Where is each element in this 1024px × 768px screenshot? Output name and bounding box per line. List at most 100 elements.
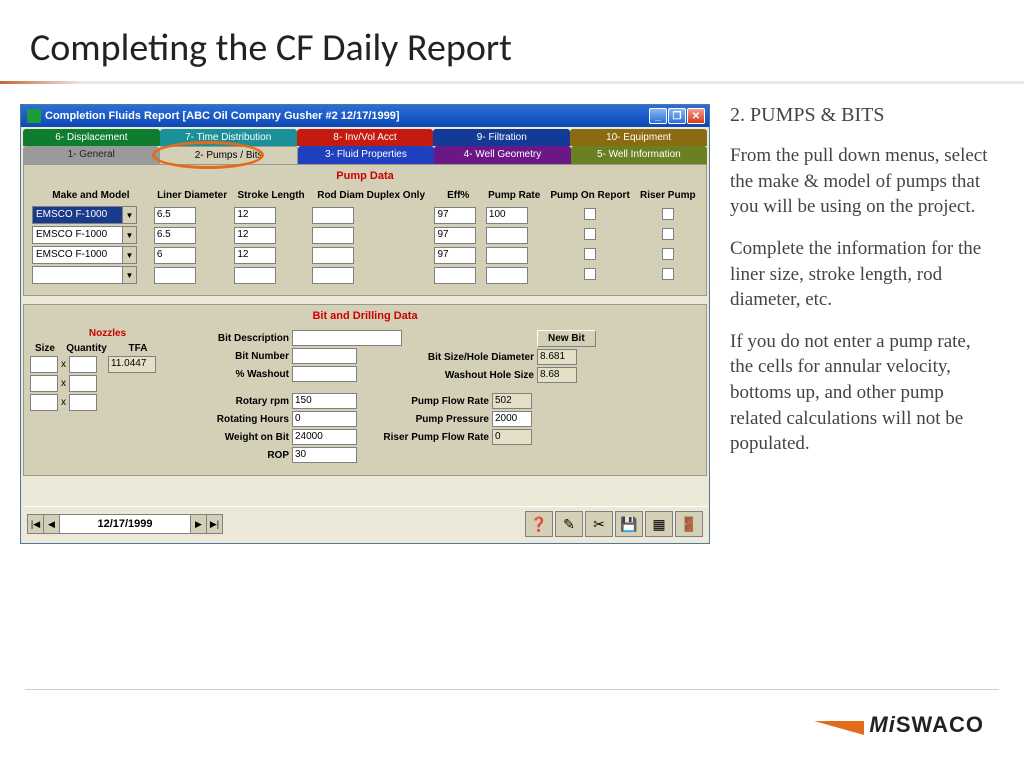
- rate-input[interactable]: 100: [486, 207, 528, 224]
- onreport-checkbox[interactable]: [584, 208, 596, 220]
- eff-input[interactable]: 97: [434, 247, 476, 264]
- riser-checkbox[interactable]: [662, 228, 674, 240]
- eff-input[interactable]: 97: [434, 207, 476, 224]
- tabs-row-top: 6- Displacement 7- Time Distribution 8- …: [23, 129, 707, 146]
- hole-diam-value: 8.681: [537, 349, 577, 365]
- riser-checkbox[interactable]: [662, 268, 674, 280]
- rate-input[interactable]: [486, 247, 528, 264]
- liner-input[interactable]: 6: [154, 247, 196, 264]
- tab-well-geometry[interactable]: 4- Well Geometry: [434, 146, 570, 164]
- nozzle-qty-input[interactable]: [69, 394, 97, 411]
- liner-input[interactable]: 6.5: [154, 207, 196, 224]
- current-date: 12/17/1999: [60, 518, 190, 530]
- tab-displacement[interactable]: 6- Displacement: [23, 129, 160, 146]
- tab-inv-vol[interactable]: 8- Inv/Vol Acct: [297, 129, 434, 146]
- eff-input[interactable]: 97: [434, 227, 476, 244]
- rod-input[interactable]: [312, 227, 354, 244]
- x-label: x: [61, 359, 66, 370]
- titlebar-text: Completion Fluids Report [ABC Oil Compan…: [45, 110, 649, 122]
- delete-icon[interactable]: ✂: [585, 511, 613, 537]
- footer-bar: |◀ ◀ 12/17/1999 ▶ ▶| ❓ ✎ ✂ 💾 ▦ 🚪: [23, 506, 707, 541]
- make-dropdown[interactable]: EMSCO F-1000▼: [32, 226, 137, 244]
- table-row: EMSCO F-1000▼ 6.5 12 97 100: [30, 205, 700, 225]
- make-dropdown[interactable]: EMSCO F-1000▼: [32, 246, 137, 264]
- logo-mi: Mi: [869, 712, 895, 737]
- help-icon[interactable]: ❓: [525, 511, 553, 537]
- date-navigator: |◀ ◀ 12/17/1999 ▶ ▶|: [27, 514, 223, 534]
- logo-swaco: SWACO: [896, 712, 984, 737]
- onreport-checkbox[interactable]: [584, 268, 596, 280]
- wob-input[interactable]: 24000: [292, 429, 357, 445]
- table-row: ▼: [30, 265, 700, 285]
- riser-checkbox[interactable]: [662, 208, 674, 220]
- pressure-input[interactable]: 2000: [492, 411, 532, 427]
- rate-input[interactable]: [486, 267, 528, 284]
- pump-table: Make and Model Liner Diameter Stroke Len…: [30, 188, 700, 285]
- tab-filtration[interactable]: 9- Filtration: [433, 129, 570, 146]
- minimize-button[interactable]: _: [649, 108, 667, 124]
- rate-input[interactable]: [486, 227, 528, 244]
- tab-pumps-bits[interactable]: 2- Pumps / Bits: [159, 146, 297, 164]
- onreport-checkbox[interactable]: [584, 228, 596, 240]
- nozzle-qty-header: Quantity: [64, 343, 109, 354]
- save-icon[interactable]: 💾: [615, 511, 643, 537]
- exit-icon[interactable]: 🚪: [675, 511, 703, 537]
- nozzle-size-input[interactable]: [30, 375, 58, 392]
- chevron-down-icon: ▼: [122, 227, 136, 243]
- grid-icon[interactable]: ▦: [645, 511, 673, 537]
- tab-general[interactable]: 1- General: [23, 146, 159, 164]
- rpm-input[interactable]: 150: [292, 393, 357, 409]
- rod-input[interactable]: [312, 207, 354, 224]
- bit-desc-input[interactable]: [292, 330, 402, 346]
- stroke-input[interactable]: 12: [234, 247, 276, 264]
- riser-checkbox[interactable]: [662, 248, 674, 260]
- new-bit-button[interactable]: New Bit: [537, 330, 596, 347]
- liner-input[interactable]: [154, 267, 196, 284]
- washout-input[interactable]: [292, 366, 357, 382]
- last-record-button[interactable]: ▶|: [206, 515, 222, 533]
- make-dropdown[interactable]: ▼: [32, 266, 137, 284]
- window-control-group: _ ❐ ✕: [649, 108, 705, 124]
- logo: MiSWACO: [869, 712, 984, 738]
- bit-num-label: Bit Number: [195, 351, 292, 362]
- prev-record-button[interactable]: ◀: [44, 515, 60, 533]
- window-body: 6- Displacement 7- Time Distribution 8- …: [21, 127, 709, 543]
- onreport-checkbox[interactable]: [584, 248, 596, 260]
- rop-input[interactable]: 30: [292, 447, 357, 463]
- next-record-button[interactable]: ▶: [190, 515, 206, 533]
- maximize-button[interactable]: ❐: [668, 108, 686, 124]
- nozzles-title: Nozzles: [30, 328, 185, 339]
- stroke-input[interactable]: [234, 267, 276, 284]
- nozzle-size-input[interactable]: [30, 356, 58, 373]
- nozzle-size-input[interactable]: [30, 394, 58, 411]
- hours-input[interactable]: 0: [292, 411, 357, 427]
- bit-left-col: Bit Description Bit Number % Washout: [195, 328, 402, 385]
- text-column: 2. PUMPS & BITS From the pull down menus…: [720, 84, 1015, 544]
- first-record-button[interactable]: |◀: [28, 515, 44, 533]
- section-heading: 2. PUMPS & BITS: [730, 104, 990, 127]
- eff-input[interactable]: [434, 267, 476, 284]
- tab-time-distribution[interactable]: 7- Time Distribution: [160, 129, 297, 146]
- content-row: Completion Fluids Report [ABC Oil Compan…: [0, 84, 1024, 544]
- tfa-output: 11.0447: [108, 356, 156, 373]
- slide-title: Completing the CF Daily Report: [0, 0, 1024, 81]
- rod-input[interactable]: [312, 247, 354, 264]
- close-button[interactable]: ✕: [687, 108, 705, 124]
- nozzle-qty-input[interactable]: [69, 375, 97, 392]
- nozzle-qty-input[interactable]: [69, 356, 97, 373]
- tab-fluid-properties[interactable]: 3- Fluid Properties: [298, 146, 434, 164]
- liner-input[interactable]: 6.5: [154, 227, 196, 244]
- bit-num-input[interactable]: [292, 348, 357, 364]
- edit-icon[interactable]: ✎: [555, 511, 583, 537]
- table-row: EMSCO F-1000▼ 6 12 97: [30, 245, 700, 265]
- tab-equipment[interactable]: 10- Equipment: [570, 129, 707, 146]
- body-paragraph: If you do not enter a pump rate, the cel…: [730, 329, 990, 457]
- table-row: EMSCO F-1000▼ 6.5 12 97: [30, 225, 700, 245]
- tab-well-information[interactable]: 5- Well Information: [571, 146, 707, 164]
- x-label: x: [61, 378, 66, 389]
- nozzle-row: x 11.0447: [30, 356, 185, 373]
- stroke-input[interactable]: 12: [234, 207, 276, 224]
- rod-input[interactable]: [312, 267, 354, 284]
- make-dropdown[interactable]: EMSCO F-1000▼: [32, 206, 137, 224]
- stroke-input[interactable]: 12: [234, 227, 276, 244]
